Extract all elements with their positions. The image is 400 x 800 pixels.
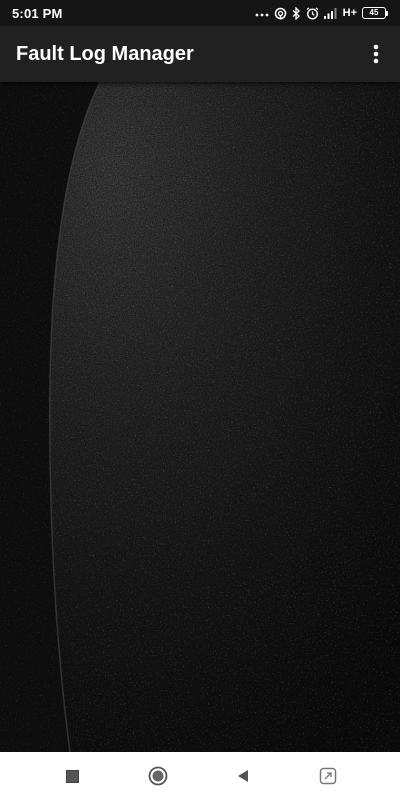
signal-icon xyxy=(323,7,338,19)
navigation-bar xyxy=(0,752,400,800)
back-icon[interactable] xyxy=(223,756,263,796)
status-time: 5:01 PM xyxy=(12,5,63,21)
battery-icon: 45 xyxy=(362,7,388,19)
app-screen: 5:01 PM H+ 45 Fault Log Manager xyxy=(0,0,400,800)
assistant-icon[interactable] xyxy=(308,756,348,796)
background-image xyxy=(0,82,400,752)
app-title: Fault Log Manager xyxy=(16,42,194,65)
battery-tip xyxy=(386,10,388,16)
status-icons: H+ 45 xyxy=(255,6,388,20)
recent-apps-icon[interactable] xyxy=(53,756,93,796)
app-bar: Fault Log Manager xyxy=(0,26,400,82)
status-bar: 5:01 PM H+ 45 xyxy=(0,0,400,26)
alarm-icon xyxy=(306,6,319,20)
more-vert-icon[interactable] xyxy=(360,34,392,74)
content-area xyxy=(0,82,400,752)
more-dots-icon xyxy=(255,8,269,18)
bluetooth-icon xyxy=(292,6,301,20)
battery-level: 45 xyxy=(362,7,386,19)
hotspot-icon xyxy=(274,7,287,20)
network-type: H+ xyxy=(342,7,357,19)
home-icon[interactable] xyxy=(138,756,178,796)
